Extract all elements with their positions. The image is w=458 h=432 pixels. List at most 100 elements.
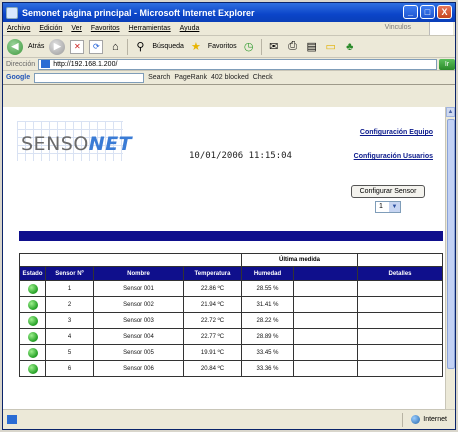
sensor-temperature: 21.94 ºC <box>183 296 242 313</box>
status-ok-icon <box>27 315 38 326</box>
pagerank-indicator[interactable]: PageRank <box>174 74 207 81</box>
vertical-scrollbar[interactable]: ▲ <box>445 107 455 411</box>
empty-cell <box>293 328 358 345</box>
minimize-button[interactable]: _ <box>403 5 418 19</box>
details-cell[interactable] <box>357 280 443 297</box>
empty-cell <box>293 344 358 361</box>
sensor-temperature: 22.86 ºC <box>183 280 242 297</box>
details-cell[interactable] <box>357 360 443 377</box>
chevron-down-icon[interactable]: ▼ <box>389 202 400 212</box>
home-icon[interactable]: ⌂ <box>108 40 122 54</box>
details-cell[interactable] <box>357 328 443 345</box>
table-row: 1 Sensor 001 22.86 ºC 28.55 % <box>19 280 443 297</box>
favorites-icon[interactable]: ★ <box>189 40 203 54</box>
go-button[interactable]: Ir <box>439 58 455 70</box>
menu-edicion[interactable]: Edición <box>39 25 62 32</box>
zone-label: Internet <box>423 416 447 423</box>
status-ok-icon <box>27 283 38 294</box>
sensor-number: 4 <box>45 328 94 345</box>
popup-blocked-counter[interactable]: 402 blocked <box>211 74 249 81</box>
refresh-icon[interactable]: ⟳ <box>89 39 104 54</box>
status-cell <box>19 280 46 297</box>
empty-cell <box>293 296 358 313</box>
table-row: 4 Sensor 004 22.77 ºC 28.89 % <box>19 328 443 345</box>
details-cell[interactable] <box>357 344 443 361</box>
print-icon[interactable]: ⎙ <box>286 40 300 54</box>
config-usuarios-link[interactable]: Configuración Usuarios <box>354 153 433 160</box>
favorites-label[interactable]: Favoritos <box>208 43 237 50</box>
sensor-name: Sensor 002 <box>93 296 184 313</box>
sensor-name: Sensor 005 <box>93 344 184 361</box>
back-label[interactable]: Atrás <box>28 43 44 50</box>
status-ok-icon <box>27 299 38 310</box>
address-bar: Dirección http://192.168.1.200/ Ir <box>3 58 455 71</box>
menu-ayuda[interactable]: Ayuda <box>180 25 200 32</box>
status-ok-icon <box>27 331 38 342</box>
folder-icon[interactable]: ▭ <box>324 40 338 54</box>
sensor-temperature: 22.72 ºC <box>183 312 242 329</box>
sensor-select[interactable]: 1 ▼ <box>375 201 401 213</box>
menu-herramientas[interactable]: Herramientas <box>129 25 171 32</box>
sensor-number: 5 <box>45 344 94 361</box>
edit-icon[interactable]: ▤ <box>305 40 319 54</box>
details-cell[interactable] <box>357 312 443 329</box>
sensor-name: Sensor 006 <box>93 360 184 377</box>
sensor-number: 1 <box>45 280 94 297</box>
toolbar: ◀ Atrás ▶ ✕ ⟳ ⌂ ⚲ Búsqueda ★ Favoritos ◷… <box>3 36 455 58</box>
history-icon[interactable]: ◷ <box>242 40 256 54</box>
sensor-humidity: 33.36 % <box>241 360 294 377</box>
mail-icon[interactable]: ✉ <box>267 40 281 54</box>
empty-cell <box>293 280 358 297</box>
stop-icon[interactable]: ✕ <box>70 39 85 54</box>
menu-archivo[interactable]: Archivo <box>7 25 30 32</box>
status-cell <box>19 344 46 361</box>
window-controls: _ □ X <box>403 5 452 19</box>
scroll-thumb[interactable] <box>447 119 455 369</box>
col-humedad: Humedad <box>241 266 294 281</box>
messenger-icon[interactable]: ♣ <box>343 40 357 54</box>
menu-ver[interactable]: Ver <box>71 25 82 32</box>
maximize-button[interactable]: □ <box>420 5 435 19</box>
forward-icon[interactable]: ▶ <box>49 38 66 55</box>
search-label[interactable]: Búsqueda <box>152 43 184 50</box>
current-datetime: 10/01/2006 11:15:04 <box>189 151 292 161</box>
sensor-humidity: 28.55 % <box>241 280 294 297</box>
page-icon <box>41 60 51 68</box>
scroll-up-icon[interactable]: ▲ <box>446 107 455 117</box>
details-cell[interactable] <box>357 296 443 313</box>
sensor-humidity: 31.41 % <box>241 296 294 313</box>
col-detalles: Detalles <box>357 266 443 281</box>
status-cell <box>19 360 46 377</box>
empty-cell <box>293 312 358 329</box>
spell-check-button[interactable]: Check <box>253 74 273 81</box>
table-group-spacer <box>19 253 242 267</box>
google-logo[interactable]: Google <box>6 74 30 81</box>
configure-sensor-button[interactable]: Configurar Sensor <box>351 185 425 198</box>
sensor-number: 6 <box>45 360 94 377</box>
back-icon[interactable]: ◀ <box>7 38 23 55</box>
address-url[interactable]: http://192.168.1.200/ <box>53 61 117 68</box>
window-title: Semonet página principal - Microsoft Int… <box>22 7 255 18</box>
links-label[interactable]: Vinculos <box>385 24 411 31</box>
table-row: 2 Sensor 002 21.94 ºC 31.41 % <box>19 296 443 313</box>
google-search-input[interactable] <box>34 72 145 83</box>
address-input[interactable]: http://192.168.1.200/ <box>38 58 437 70</box>
menu-favoritos[interactable]: Favoritos <box>91 25 120 32</box>
config-equipo-link[interactable]: Configuración Equipo <box>360 129 433 136</box>
status-cell <box>19 296 46 313</box>
status-ok-icon <box>27 347 38 358</box>
google-search-button[interactable]: Search <box>148 74 170 81</box>
col-nombre: Nombre <box>93 266 184 281</box>
status-bar: Internet <box>3 409 455 429</box>
search-icon[interactable]: ⚲ <box>133 40 147 54</box>
table-group-spacer <box>357 253 443 267</box>
browser-window: Semonet página principal - Microsoft Int… <box>2 2 456 430</box>
sensor-name: Sensor 001 <box>93 280 184 297</box>
sensor-temperature: 19.91 ºC <box>183 344 242 361</box>
title-bar: Semonet página principal - Microsoft Int… <box>3 3 455 22</box>
col-sensor: Sensor Nº <box>45 266 94 281</box>
globe-icon <box>411 415 421 424</box>
table-row: 3 Sensor 003 22.72 ºC 28.22 % <box>19 312 443 329</box>
sensor-temperature: 22.77 ºC <box>183 328 242 345</box>
close-button[interactable]: X <box>437 5 452 19</box>
